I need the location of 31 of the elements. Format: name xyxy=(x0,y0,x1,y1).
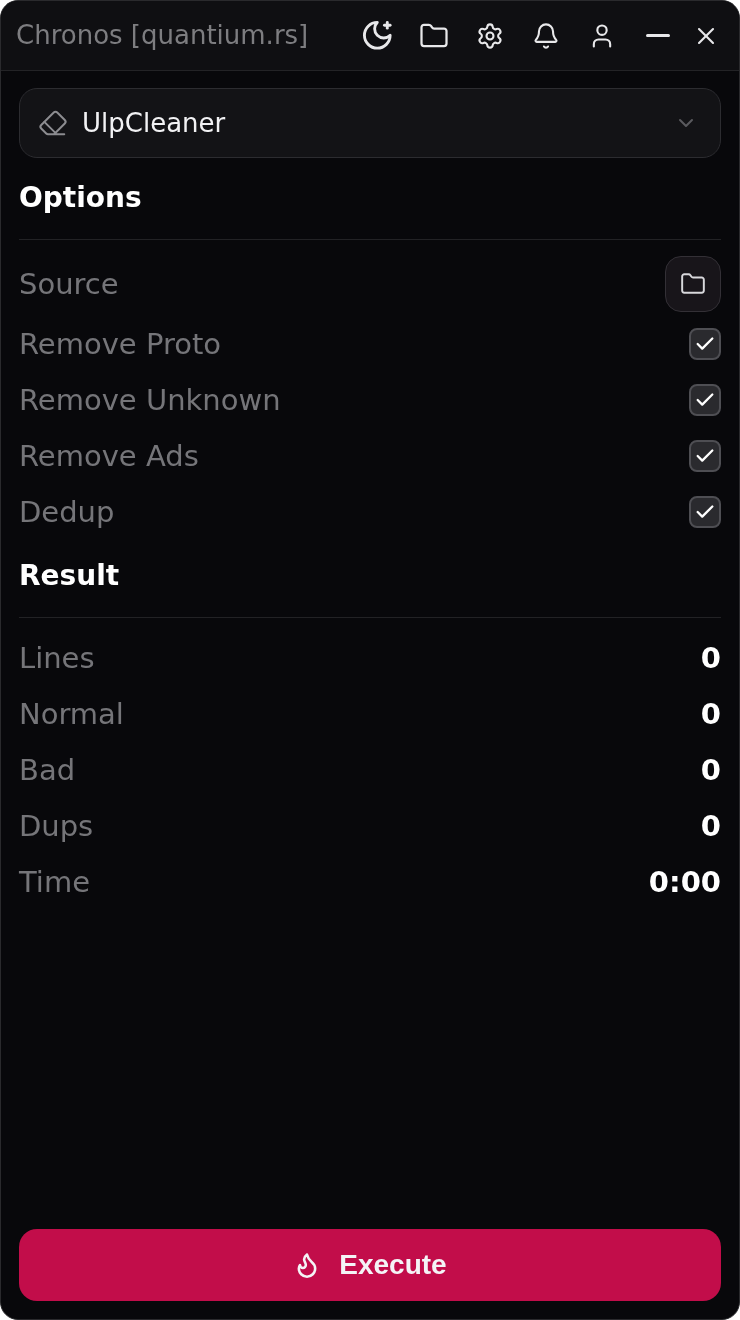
settings-icon xyxy=(476,21,504,50)
result-heading: Result xyxy=(19,558,121,594)
option-checkbox[interactable] xyxy=(689,384,721,416)
moon-plus-icon xyxy=(363,20,393,51)
folder-icon xyxy=(680,271,706,297)
execute-button[interactable]: Execute xyxy=(19,1229,721,1301)
result-value: 0 xyxy=(700,643,721,673)
result-label: Normal xyxy=(19,699,124,729)
option-label: Dedup xyxy=(19,497,115,527)
result-value: 0 xyxy=(700,811,721,841)
result-value: 0 xyxy=(700,755,721,785)
bell-icon xyxy=(532,21,560,50)
module-select[interactable]: UlpCleaner xyxy=(19,88,721,158)
option-label: Remove Ads xyxy=(19,441,199,471)
browse-folder-button[interactable] xyxy=(665,256,721,312)
eraser-icon xyxy=(38,108,68,138)
minimize-icon xyxy=(646,34,670,37)
result-value: 0 xyxy=(700,699,721,729)
result-label: Dups xyxy=(19,811,94,841)
option-checkbox[interactable] xyxy=(689,496,721,528)
option-label: Source xyxy=(19,269,119,299)
result-label: Bad xyxy=(19,755,76,785)
option-checkbox[interactable] xyxy=(689,328,721,360)
options-heading: Options xyxy=(19,180,143,216)
option-label: Remove Proto xyxy=(19,329,222,359)
result-value: 0:00 xyxy=(648,867,721,897)
option-checkbox[interactable] xyxy=(689,440,721,472)
result-label: Time xyxy=(19,867,90,897)
option-label: Remove Unknown xyxy=(19,385,281,415)
result-label: Lines xyxy=(19,643,95,673)
window-title: Chronos [quantium.rs] xyxy=(16,19,309,52)
